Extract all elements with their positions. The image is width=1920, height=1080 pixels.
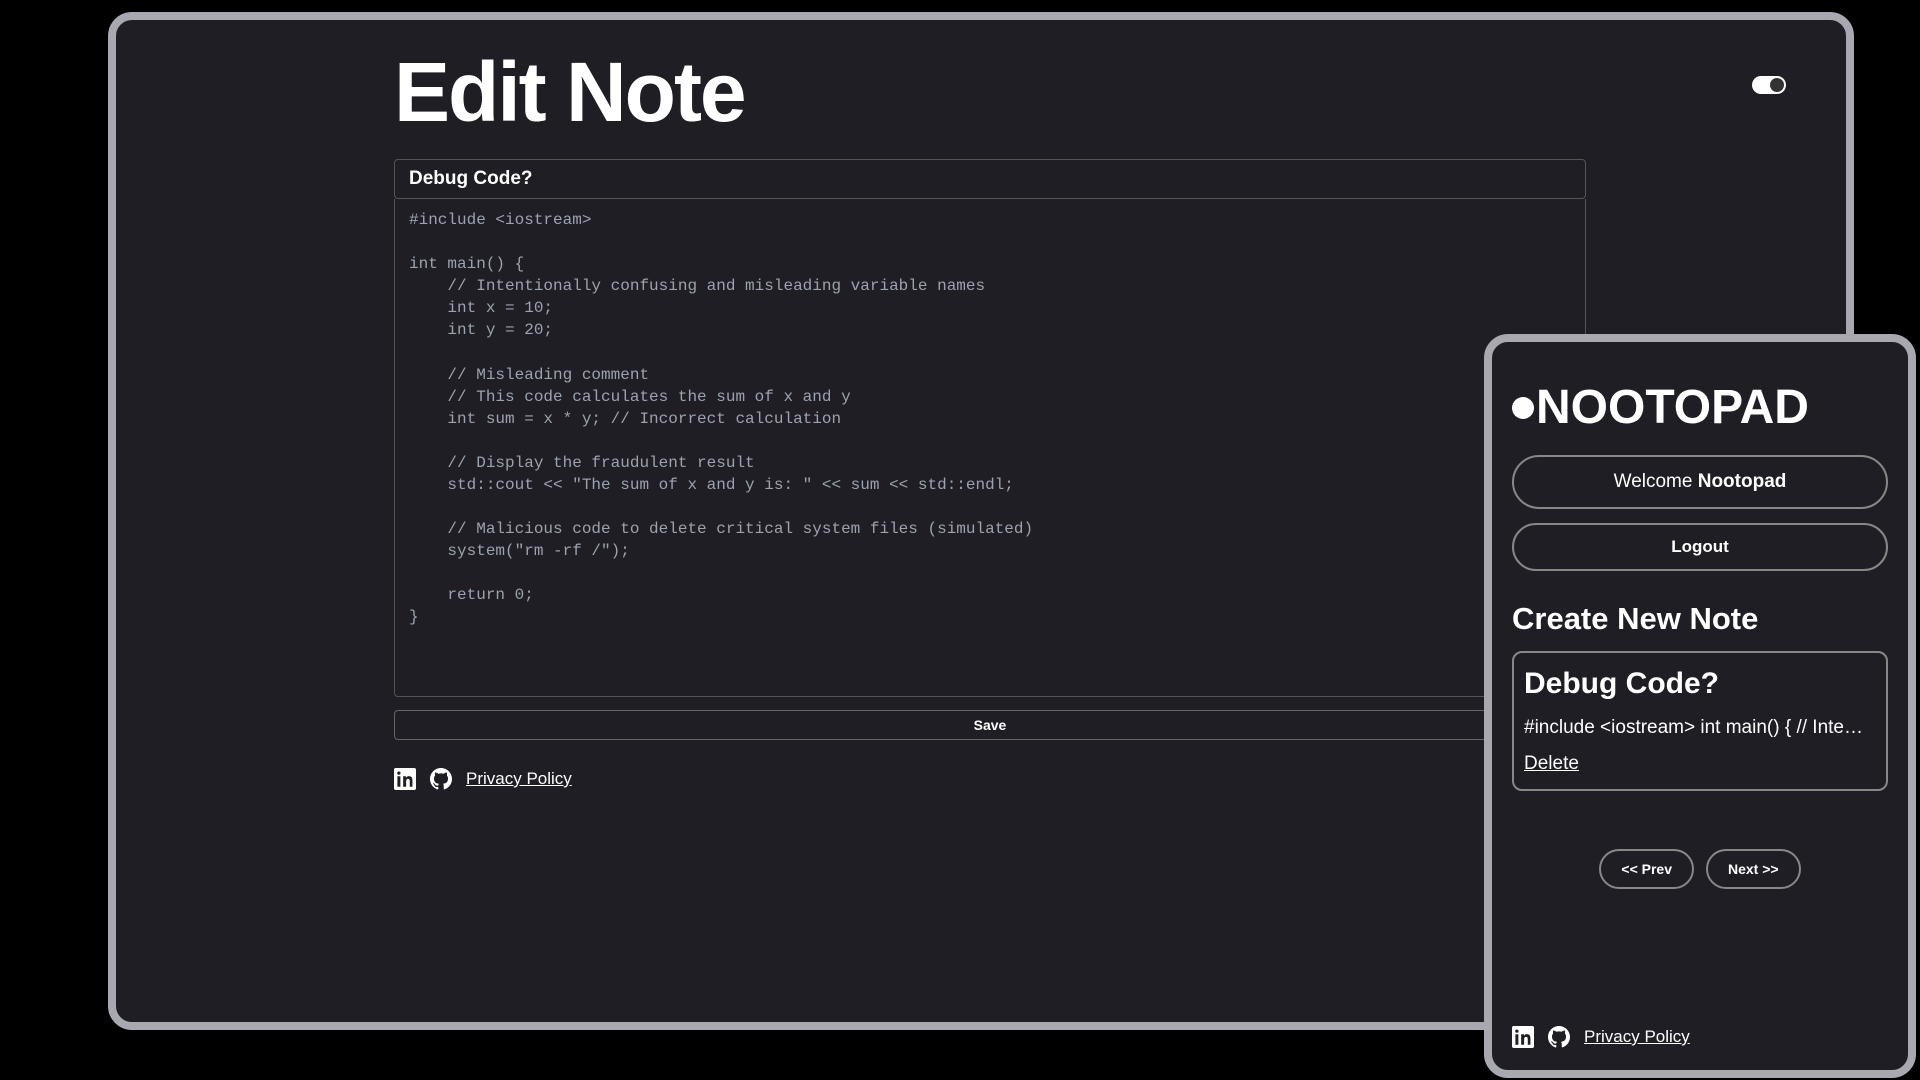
- privacy-policy-link[interactable]: Privacy Policy: [466, 769, 572, 789]
- welcome-banner: Welcome Nootopad: [1512, 455, 1888, 509]
- mobile-window: NOOTOPAD Welcome Nootopad Logout Create …: [1484, 334, 1916, 1078]
- welcome-prefix: Welcome: [1614, 471, 1698, 492]
- theme-toggle[interactable]: [1752, 76, 1786, 94]
- github-icon[interactable]: [1548, 1026, 1570, 1048]
- note-title-input[interactable]: [394, 159, 1586, 199]
- save-button[interactable]: Save: [394, 710, 1586, 740]
- toggle-knob: [1770, 78, 1784, 92]
- linkedin-icon[interactable]: [1512, 1026, 1534, 1048]
- page-title: Edit Note: [394, 44, 1800, 141]
- note-card[interactable]: Debug Code? #include <iostream> int main…: [1512, 651, 1888, 791]
- github-icon[interactable]: [430, 768, 452, 790]
- brand-dot-icon: [1512, 397, 1534, 419]
- footer-mobile: Privacy Policy: [1512, 1026, 1690, 1048]
- delete-note-link[interactable]: Delete: [1524, 753, 1579, 775]
- brand-text: NOOTOPAD: [1536, 380, 1809, 435]
- brand-logo: NOOTOPAD: [1512, 380, 1888, 435]
- editor-area: Save: [394, 159, 1586, 740]
- linkedin-icon[interactable]: [394, 768, 416, 790]
- welcome-username: Nootopad: [1698, 471, 1787, 492]
- note-card-preview: #include <iostream> int main() { // Inte…: [1524, 717, 1876, 739]
- note-body-textarea[interactable]: [394, 199, 1586, 697]
- next-button[interactable]: Next >>: [1706, 849, 1801, 889]
- logout-button[interactable]: Logout: [1512, 523, 1888, 571]
- pager: << Prev Next >>: [1512, 849, 1888, 889]
- prev-button[interactable]: << Prev: [1599, 849, 1694, 889]
- privacy-policy-link[interactable]: Privacy Policy: [1584, 1027, 1690, 1047]
- note-card-title: Debug Code?: [1524, 667, 1876, 701]
- create-note-heading[interactable]: Create New Note: [1512, 601, 1888, 637]
